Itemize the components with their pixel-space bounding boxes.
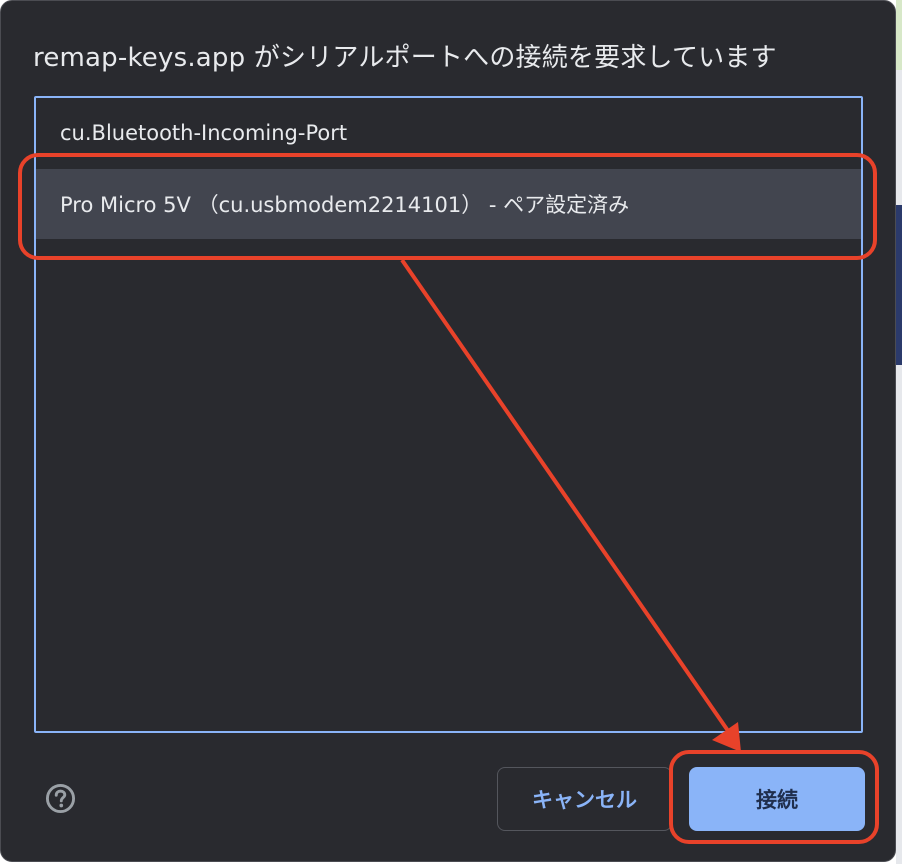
help-circle-icon[interactable] [45, 783, 76, 814]
background-window-edge [896, 0, 902, 864]
cancel-button[interactable]: キャンセル [497, 767, 672, 831]
port-item-bluetooth-incoming[interactable]: cu.Bluetooth-Incoming-Port [36, 98, 861, 168]
connect-button[interactable]: 接続 [689, 767, 865, 831]
background-window-fragment-green [896, 0, 902, 70]
background-window-fragment-blue [896, 205, 902, 365]
serial-port-list[interactable]: cu.Bluetooth-Incoming-Port Pro Micro 5V … [34, 96, 863, 733]
serial-port-chooser-dialog: remap-keys.app がシリアルポートへの接続を要求しています cu.B… [0, 0, 896, 862]
port-item-pro-micro[interactable]: Pro Micro 5V （cu.usbmodem2214101） - ペア設定… [36, 169, 861, 239]
dialog-title: remap-keys.app がシリアルポートへの接続を要求しています [33, 43, 777, 73]
